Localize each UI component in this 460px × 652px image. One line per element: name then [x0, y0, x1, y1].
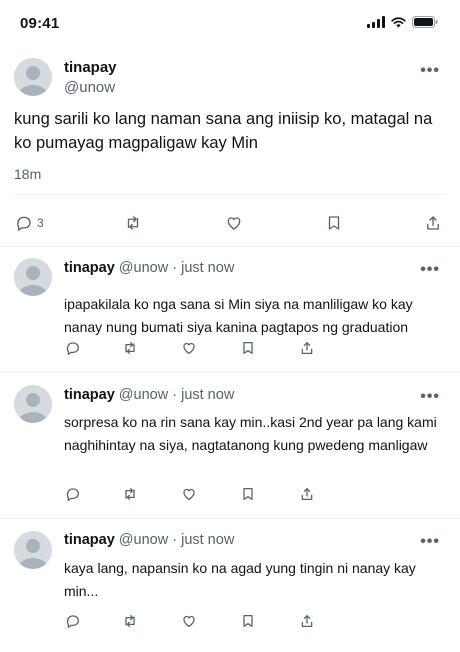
retweet-icon: [125, 342, 135, 354]
bookmark-icon: [243, 488, 253, 500]
retweet-button[interactable]: [122, 340, 138, 356]
reply-icon: [66, 488, 79, 501]
reply-tweet[interactable]: tinapay @unow · just now ••• sorpresa ko…: [0, 373, 460, 518]
like-button[interactable]: [225, 214, 243, 232]
reply-icon: [66, 615, 79, 628]
share-button[interactable]: [299, 340, 315, 356]
status-time: 09:41: [20, 15, 60, 32]
bookmark-button[interactable]: [240, 613, 256, 629]
author-handle[interactable]: @unow: [119, 260, 168, 276]
reply-button[interactable]: [65, 486, 81, 502]
reply-tweet[interactable]: tinapay @unow · just now ••• kaya lang, …: [0, 519, 460, 652]
reply-count: 3: [37, 216, 44, 230]
separator: ·: [172, 387, 178, 403]
author-name[interactable]: tinapay: [64, 59, 117, 76]
bookmark-button[interactable]: [325, 214, 343, 232]
status-icons: [367, 16, 438, 28]
bookmark-button[interactable]: [240, 486, 256, 502]
more-icon[interactable]: •••: [420, 533, 440, 551]
like-icon: [183, 342, 195, 354]
like-button[interactable]: [181, 486, 197, 502]
retweet-icon: [127, 216, 139, 230]
share-button[interactable]: [299, 613, 315, 629]
more-icon[interactable]: •••: [420, 261, 440, 279]
reply-icon: [17, 216, 31, 231]
bookmark-icon: [243, 615, 253, 627]
bookmark-icon: [243, 342, 253, 354]
reply-header: tinapay @unow · just now: [64, 387, 234, 403]
status-bar: 09:41: [0, 0, 460, 44]
wifi-icon: [391, 16, 406, 27]
reply-button[interactable]: [65, 613, 81, 629]
avatar[interactable]: [14, 258, 52, 296]
retweet-button[interactable]: [122, 486, 138, 502]
tweet-time[interactable]: just now: [181, 532, 234, 548]
share-button[interactable]: [424, 214, 442, 232]
separator: ·: [172, 532, 178, 548]
author-name[interactable]: tinapay: [64, 260, 115, 276]
share-icon: [301, 342, 313, 354]
tweet-text: kung sarili ko lang naman sana ang iniis…: [14, 110, 433, 152]
retweet-icon: [125, 615, 135, 627]
like-button[interactable]: [181, 340, 197, 356]
tweet-text: ipapakilala ko nga sana si Min siya na m…: [64, 296, 413, 335]
more-icon[interactable]: •••: [420, 388, 440, 406]
tweet-time[interactable]: 18m: [14, 166, 41, 182]
tweet-time[interactable]: just now: [181, 260, 234, 276]
bookmark-button[interactable]: [240, 340, 256, 356]
like-button[interactable]: [181, 613, 197, 629]
retweet-icon: [125, 488, 135, 500]
bookmark-icon: [328, 216, 340, 230]
retweet-button[interactable]: [124, 214, 142, 232]
like-icon: [227, 217, 241, 230]
avatar[interactable]: [14, 531, 52, 569]
author-handle[interactable]: @unow: [64, 79, 115, 96]
author-handle[interactable]: @unow: [119, 532, 168, 548]
reply-header: tinapay @unow · just now: [64, 532, 234, 548]
signal-icon: [367, 16, 385, 28]
avatar[interactable]: [14, 58, 52, 96]
separator: ·: [172, 260, 178, 276]
author-name[interactable]: tinapay: [64, 532, 115, 548]
tweet-text: sorpresa ko na rin sana kay min..kasi 2n…: [64, 414, 437, 453]
like-icon: [183, 615, 195, 627]
retweet-button[interactable]: [122, 613, 138, 629]
reply-icon: [66, 342, 79, 355]
reply-header: tinapay @unow · just now: [64, 260, 234, 276]
share-icon: [301, 615, 313, 627]
reply-tweet[interactable]: tinapay @unow · just now ••• ipapakilala…: [0, 247, 460, 372]
battery-icon: [412, 16, 438, 28]
reply-button[interactable]: 3: [15, 214, 44, 232]
more-icon[interactable]: •••: [420, 62, 440, 80]
like-icon: [183, 488, 195, 500]
author-handle[interactable]: @unow: [119, 387, 168, 403]
share-icon: [427, 216, 439, 230]
tweet-time[interactable]: just now: [181, 387, 234, 403]
avatar[interactable]: [14, 385, 52, 423]
author-name[interactable]: tinapay: [64, 387, 115, 403]
reply-button[interactable]: [65, 340, 81, 356]
share-icon: [301, 488, 313, 500]
share-button[interactable]: [299, 486, 315, 502]
divider: [14, 194, 446, 195]
tweet-text: kaya lang, napansin ko na agad yung ting…: [64, 560, 416, 599]
